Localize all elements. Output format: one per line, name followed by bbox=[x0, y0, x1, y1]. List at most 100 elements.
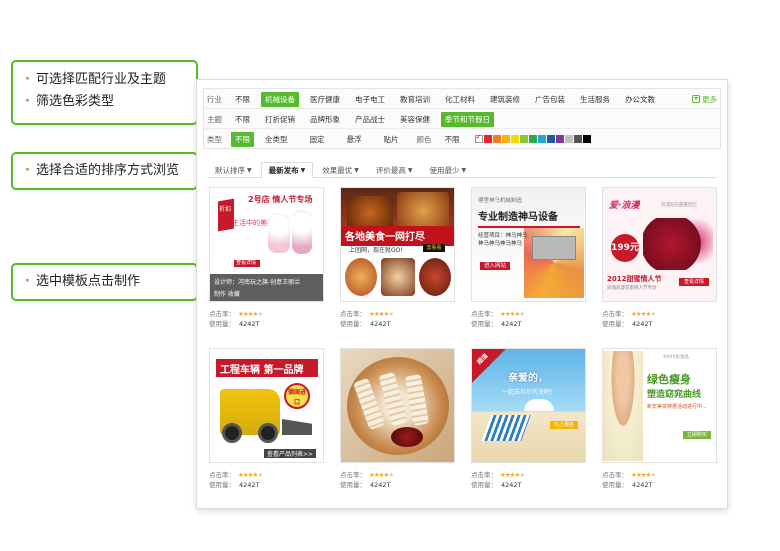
uses-label: 使用量： bbox=[471, 320, 497, 328]
banner-button: 进入网站 bbox=[480, 262, 510, 270]
color-swatch[interactable] bbox=[483, 135, 492, 143]
color-swatch[interactable] bbox=[528, 135, 537, 143]
filter-option[interactable]: 化工材料 bbox=[441, 92, 479, 107]
uses-value: 4242T bbox=[239, 481, 260, 489]
clicks-label: 点击率： bbox=[602, 471, 628, 479]
color-swatches bbox=[474, 133, 592, 143]
food-image bbox=[381, 258, 415, 296]
sort-tab-label: 效果最优 bbox=[322, 165, 353, 175]
sort-tab-rating[interactable]: 评价最高 ▼ bbox=[368, 162, 421, 177]
filter-option[interactable]: 打折促销 bbox=[261, 112, 299, 127]
sort-arrow-icon: ▼ bbox=[300, 167, 306, 174]
filter-option[interactable]: 固定 bbox=[306, 132, 329, 147]
color-swatch[interactable] bbox=[492, 135, 501, 143]
sort-tab-least-used[interactable]: 使用最少 ▼ bbox=[422, 162, 475, 177]
filter-option[interactable]: 美容保健 bbox=[396, 112, 434, 127]
uses-label: 使用量： bbox=[209, 481, 235, 489]
filter-option[interactable]: 悬浮 bbox=[343, 132, 366, 147]
banner-title: 各地美食一网打尽 bbox=[345, 232, 425, 243]
rating-stars: ★★★★★ bbox=[631, 310, 656, 318]
expand-icon bbox=[692, 95, 700, 103]
filter-option[interactable]: 品牌形象 bbox=[306, 112, 344, 127]
banner-title: 专业制造神马设备 bbox=[478, 212, 558, 223]
template-thumbnail[interactable]: XXXX化妆品 绿色瘦身 塑造窈窕曲线 新年美体特惠活动进行中... 立即购买 bbox=[602, 348, 717, 463]
color-swatch[interactable] bbox=[555, 135, 564, 143]
designer-info: 设计师：河南玩之旗-创意王丽兰 bbox=[214, 279, 301, 286]
uses-label: 使用量： bbox=[340, 320, 366, 328]
food-image bbox=[345, 258, 377, 296]
template-thumbnail[interactable] bbox=[340, 348, 455, 463]
color-swatch[interactable] bbox=[474, 133, 483, 143]
uses-value: 4242T bbox=[370, 320, 391, 328]
filter-option[interactable]: 医疗健康 bbox=[306, 92, 344, 107]
callout-filter-tip: 可选择匹配行业及主题 筛选色彩类型 bbox=[11, 60, 208, 125]
sort-tab-best[interactable]: 效果最优 ▼ bbox=[314, 162, 367, 177]
filter-option[interactable]: 教育培训 bbox=[396, 92, 434, 107]
color-swatch[interactable] bbox=[546, 135, 555, 143]
color-swatch[interactable] bbox=[537, 135, 546, 143]
wheel-image bbox=[258, 423, 278, 443]
banner-subtitle: 一起去马尔代夫吧！ bbox=[502, 389, 557, 396]
filter-option[interactable]: 建筑装修 bbox=[486, 92, 524, 107]
uses-label: 使用量： bbox=[209, 320, 235, 328]
more-button[interactable]: 更多 bbox=[692, 94, 717, 105]
rating-stars: ★★★★★ bbox=[369, 310, 394, 318]
filter-option[interactable]: 广告包装 bbox=[531, 92, 569, 107]
uses-value: 4242T bbox=[501, 320, 522, 328]
sort-tab-label: 默认排序 bbox=[215, 165, 245, 175]
clicks-label: 点击率： bbox=[471, 310, 497, 318]
banner-title: 2号店 情人节专场 bbox=[248, 195, 313, 204]
template-thumbnail[interactable]: 折扣 2号店 情人节专场 生活中的美丽 查看详情 设计师：河南玩之旗-创意王丽兰… bbox=[209, 187, 324, 302]
divider bbox=[203, 128, 721, 129]
template-gallery-panel: 行业 不限 机械设备 医疗健康 电子电工 教育培训 化工材料 建筑装修 广告包装… bbox=[196, 79, 728, 509]
filter-option-selected[interactable]: 不限 bbox=[231, 131, 254, 147]
filter-label: 类型 bbox=[207, 134, 222, 144]
banner-kicker: 浪漫钻石甜蜜回忆 bbox=[661, 203, 697, 208]
sort-arrow-icon: ▼ bbox=[247, 166, 252, 174]
banner-subtitle: 2012甜蜜情人节 bbox=[607, 275, 662, 283]
filter-option[interactable]: 电子电工 bbox=[351, 92, 389, 107]
sort-arrow-icon: ▼ bbox=[461, 166, 467, 174]
color-swatch[interactable] bbox=[501, 135, 510, 143]
template-meta: 点击率： ★★★★★ 使用量： 4242T bbox=[471, 470, 586, 490]
banner-title: 亲爱的， bbox=[508, 373, 548, 384]
callout-template-tip: 选中模板点击制作 bbox=[11, 263, 208, 301]
filter-option[interactable]: 不限 bbox=[231, 112, 254, 127]
filter-option-selected[interactable]: 机械设备 bbox=[261, 91, 299, 107]
banner-button: 查看详情 bbox=[679, 278, 709, 286]
template-thumbnail[interactable]: 各地美食一网打尽 上团网，现在就GO! 去看看 bbox=[340, 187, 455, 302]
uses-label: 使用量： bbox=[471, 481, 497, 489]
clicks-label: 点击率： bbox=[602, 310, 628, 318]
product-image bbox=[268, 213, 290, 253]
banner-kicker: XXXX化妆品 bbox=[663, 355, 689, 360]
color-swatch[interactable] bbox=[573, 135, 582, 143]
sort-tab-default[interactable]: 默认排序 ▼ bbox=[207, 162, 260, 177]
template-thumbnail[interactable]: 工程车辆 第一品牌 德国进口 查看产品列表>> bbox=[209, 348, 324, 463]
filter-option[interactable]: 生活服务 bbox=[576, 92, 614, 107]
filter-option[interactable]: 全类型 bbox=[261, 132, 292, 147]
template-meta: 点击率： ★★★★★ 使用量： 4242T bbox=[209, 309, 324, 329]
template-meta: 点击率： ★★★★★ 使用量： 4242T bbox=[340, 470, 455, 490]
overlay-actions[interactable]: 制作 收藏 bbox=[214, 289, 240, 298]
color-swatch[interactable] bbox=[519, 135, 528, 143]
uses-value: 4242T bbox=[632, 320, 653, 328]
color-swatch[interactable] bbox=[510, 135, 519, 143]
color-swatch[interactable] bbox=[582, 135, 591, 143]
color-swatch[interactable] bbox=[564, 135, 573, 143]
filter-option-selected[interactable]: 季节和节假日 bbox=[441, 111, 494, 127]
template-thumbnail[interactable]: 超值 亲爱的， 一起去马尔代夫吧！ 马上报名 bbox=[471, 348, 586, 463]
rating-stars: ★★★★★ bbox=[500, 310, 525, 318]
template-thumbnail[interactable]: 爱·浪漫 浪漫钻石甜蜜回忆 199元 2012甜蜜情人节 玫瑰浪漫花束情人节专场… bbox=[602, 187, 717, 302]
filter-option[interactable]: 办公文教 bbox=[621, 92, 659, 107]
banner-title: 绿色瘦身 bbox=[647, 373, 691, 386]
filter-option[interactable]: 贴片 bbox=[380, 132, 403, 147]
food-image bbox=[397, 192, 449, 230]
filter-option[interactable]: 不限 bbox=[231, 92, 254, 107]
banner-button: 马上报名 bbox=[550, 421, 578, 429]
filter-option[interactable]: 不限 bbox=[441, 132, 464, 147]
filter-option[interactable]: 产品战士 bbox=[351, 112, 389, 127]
callout-line: 可选择匹配行业及主题 bbox=[25, 69, 186, 91]
template-thumbnail[interactable]: 哪里神马机械制造 专业制造神马设备 经营项目：神马神马神马神马神马神马 进入网站 bbox=[471, 187, 586, 302]
banner-list: 经营项目：神马神马神马神马神马神马 bbox=[478, 233, 528, 247]
sort-tab-latest[interactable]: 最新发布 ▼ bbox=[260, 162, 314, 178]
